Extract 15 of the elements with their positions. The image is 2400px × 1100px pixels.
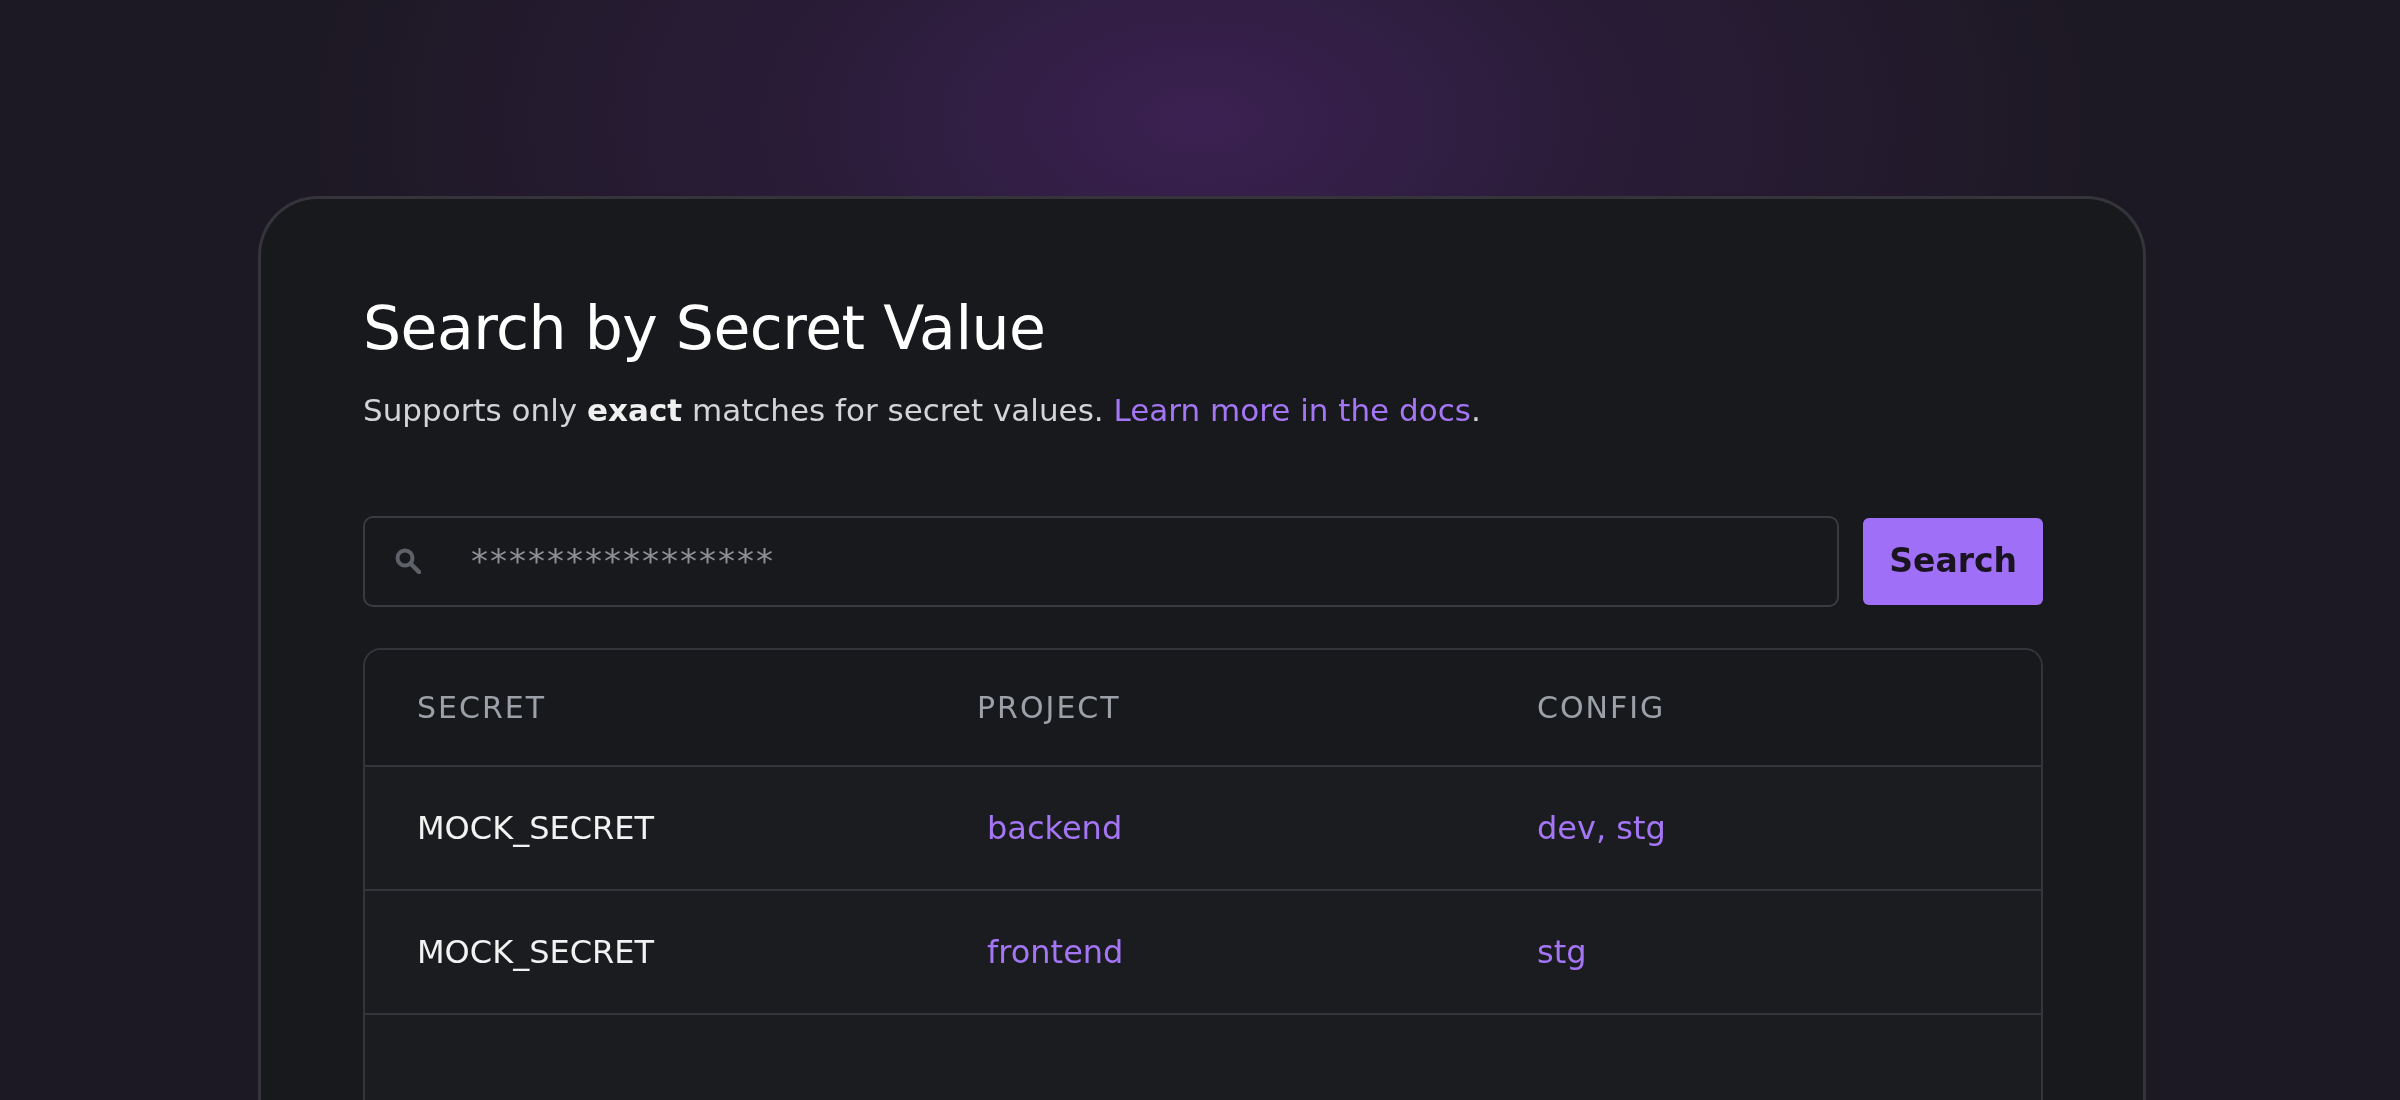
project-name: backend bbox=[986, 807, 1124, 849]
description-text: Supports only exact matches for secret values. Learn more in the docs. bbox=[363, 391, 1482, 430]
project-name: frontend bbox=[986, 931, 1125, 973]
column-header: PROJECT bbox=[977, 688, 1122, 727]
secret-name: MOCK_SECRET bbox=[417, 807, 655, 849]
column-header: SECRET bbox=[417, 688, 548, 727]
search-button[interactable]: Search bbox=[1863, 517, 2043, 605]
column-header: CONFIG bbox=[1537, 688, 1667, 727]
page-title: Search by Secret Value bbox=[363, 295, 1047, 361]
search-icon bbox=[395, 547, 421, 574]
secret-name: MOCK_SECRET bbox=[417, 931, 655, 973]
config-name: stg bbox=[1537, 931, 1588, 973]
docs-link[interactable]: Learn more in the docs bbox=[1113, 392, 1471, 428]
search-field[interactable]: **************** bbox=[363, 515, 1840, 607]
config-name: dev, stg bbox=[1537, 807, 1667, 849]
